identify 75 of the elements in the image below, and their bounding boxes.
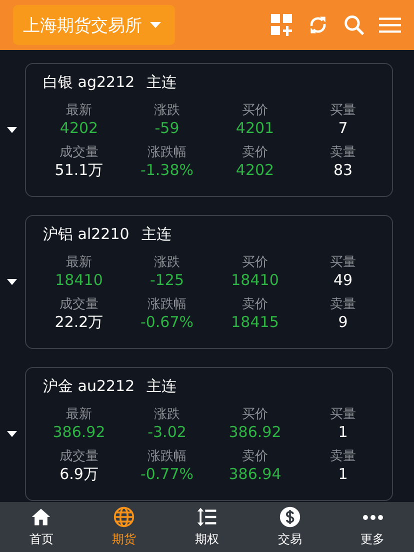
field-value: 51.1万 [54, 161, 104, 180]
field-label: 最新 [66, 102, 92, 119]
caret-icon [150, 22, 161, 28]
list-icon [196, 506, 218, 528]
field-value: 4202 [236, 161, 274, 180]
contract-tag: 主连 [141, 225, 172, 244]
nav-tab[interactable]: 期权 [166, 502, 248, 552]
field-label: 涨跌 [154, 254, 180, 271]
search-button[interactable] [343, 14, 365, 36]
field-value: 83 [333, 161, 353, 180]
field-label: 买量 [330, 406, 356, 423]
field-value: 386.92 [228, 423, 282, 442]
field-label: 卖价 [242, 448, 268, 465]
field-value: 22.2万 [54, 313, 104, 332]
field-value: 18410 [55, 271, 103, 290]
field-label: 卖量 [330, 144, 356, 161]
field-value: 9 [338, 313, 348, 332]
search-icon [343, 14, 365, 36]
field-value: 7 [338, 119, 348, 138]
field-value: -125 [150, 271, 184, 290]
nav-tab[interactable]: 期货 [82, 502, 166, 552]
field-label: 卖价 [242, 296, 268, 313]
field-label: 涨跌 [154, 406, 180, 423]
field-value: -0.67% [140, 313, 194, 332]
home-icon [30, 506, 52, 528]
field-label: 涨跌 [154, 102, 180, 119]
field-value: 4202 [60, 119, 98, 138]
grid-plus-icon [271, 14, 293, 36]
field-label: 成交量 [60, 448, 98, 465]
field-value: 49 [333, 271, 353, 290]
contract-name: 沪铝 al2210 [43, 225, 130, 244]
field-value: 6.9万 [60, 465, 98, 484]
field-label: 最新 [66, 406, 92, 423]
nav-tab[interactable]: 交易 [248, 502, 332, 552]
quote-card[interactable]: 沪金 au2212 主连 最新 386.92 涨跌 -3.02 买价 386.92 买量 1 成交量 6.9万 涨跌幅 -0.77% 卖价 386.94 卖量 1 [25, 367, 393, 501]
field-label: 成交量 [60, 144, 98, 161]
field-label: 涨跌幅 [148, 448, 186, 465]
field-value: 18415 [231, 313, 279, 332]
field-label: 买价 [242, 406, 268, 423]
field-label: 买量 [330, 254, 356, 271]
field-label: 卖量 [330, 448, 356, 465]
field-value: -59 [154, 119, 180, 138]
dollar-icon [278, 506, 301, 528]
expand-arrow-icon[interactable] [7, 127, 17, 133]
field-label: 买价 [242, 254, 268, 271]
field-value: 1 [338, 423, 348, 442]
quote-card[interactable]: 白银 ag2212 主连 最新 4202 涨跌 -59 买价 4201 买量 7 成交量 51.1万 涨跌幅 -1.38% 卖价 4202 卖量 83 [25, 63, 393, 197]
field-label: 最新 [66, 254, 92, 271]
expand-arrow-icon[interactable] [7, 279, 17, 285]
field-value: 18410 [231, 271, 279, 290]
contract-tag: 主连 [146, 377, 177, 396]
field-label: 涨跌幅 [148, 296, 186, 313]
field-label: 卖价 [242, 144, 268, 161]
contract-tag: 主连 [146, 73, 177, 92]
field-label: 成交量 [60, 296, 98, 313]
field-value: -3.02 [148, 423, 186, 442]
field-value: 386.92 [52, 423, 106, 442]
contract-name: 沪金 au2212 [43, 377, 135, 396]
expand-arrow-icon[interactable] [7, 431, 17, 437]
globe-icon [113, 506, 136, 528]
quote-card[interactable]: 沪铝 al2210 主连 最新 18410 涨跌 -125 买价 18410 买量 49 成交量 22.2万 涨跌幅 -0.67% 卖价 18415 卖量 9 [25, 215, 393, 349]
field-label: 卖量 [330, 296, 356, 313]
field-label: 涨跌幅 [148, 144, 186, 161]
field-label: 买量 [330, 102, 356, 119]
field-value: 386.94 [228, 465, 282, 484]
nav-tab[interactable]: 首页 [0, 502, 83, 552]
more-icon [362, 514, 383, 520]
nav-tab[interactable]: 更多 [331, 502, 414, 552]
field-label: 买价 [242, 102, 268, 119]
field-value: -0.77% [140, 465, 194, 484]
contract-name: 白银 ag2212 [43, 73, 135, 92]
field-value: -1.38% [140, 161, 194, 180]
field-value: 4201 [236, 119, 274, 138]
field-value: 1 [338, 465, 348, 484]
add-widget-button[interactable] [271, 14, 293, 36]
